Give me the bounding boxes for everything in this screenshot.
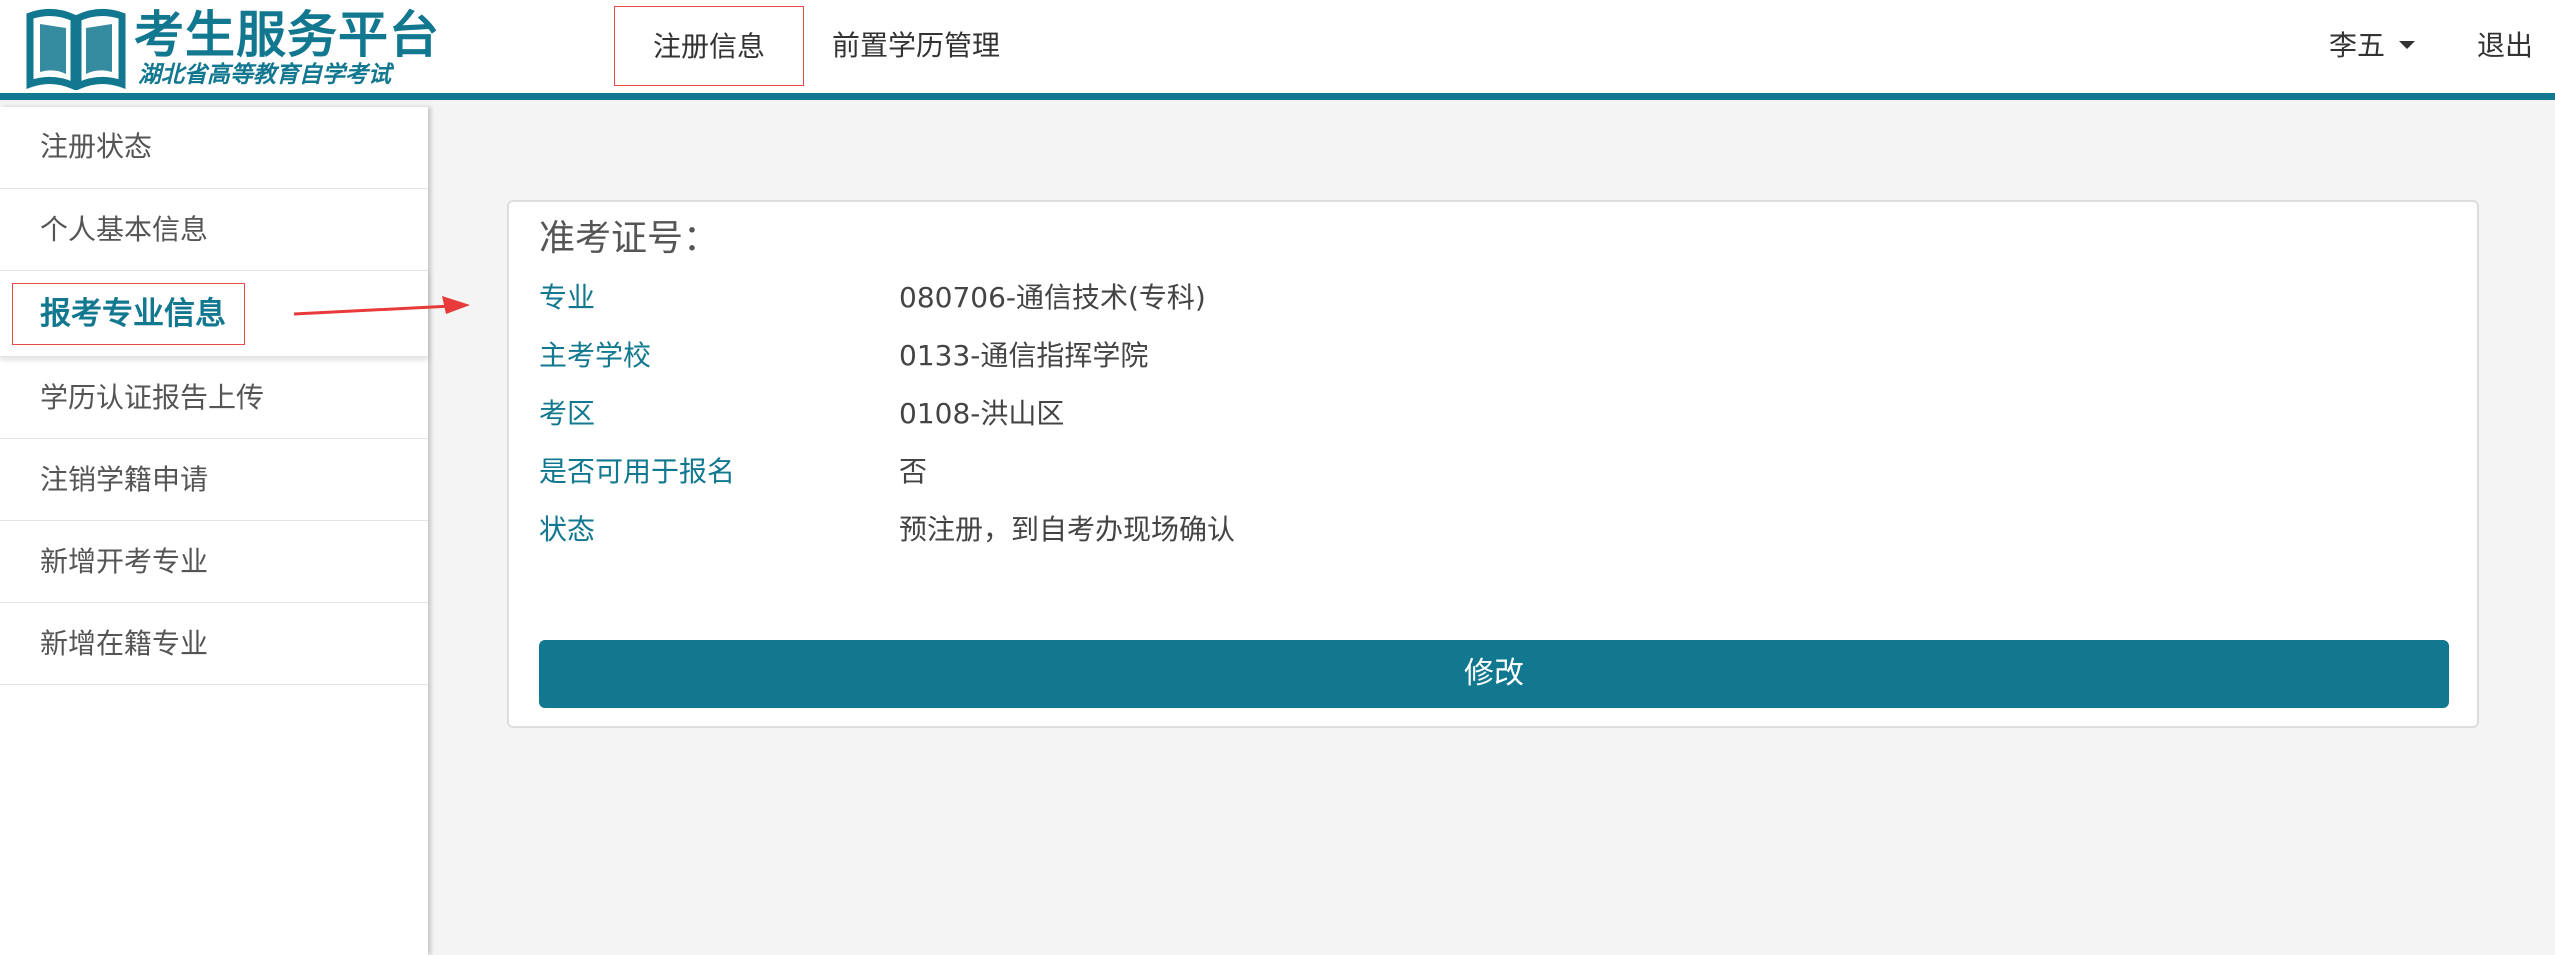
info-value: 否 <box>899 455 928 488</box>
highlight-box <box>12 283 245 345</box>
caret-down-icon <box>2399 41 2415 49</box>
info-value: 0108-洪山区 <box>899 397 1065 430</box>
sidebar-item-label: 学历认证报告上传 <box>40 381 265 414</box>
sidebar-item-registration-status[interactable]: 注册状态 <box>0 107 428 189</box>
info-value: 0133-通信指挥学院 <box>899 339 1149 372</box>
sidebar-item-new-exam-major[interactable]: 新增开考专业 <box>0 521 428 603</box>
sidebar-item-personal-info[interactable]: 个人基本信息 <box>0 189 428 271</box>
open-book-icon <box>26 9 126 90</box>
edit-button[interactable]: 修改 <box>539 640 2449 708</box>
site-logo[interactable]: 考生服务平台 湖北省高等教育自学考试 <box>26 4 439 92</box>
admission-ticket-number-label: 准考证号： <box>539 218 720 259</box>
sidebar-item-label: 注册状态 <box>40 130 153 163</box>
logo-title: 考生服务平台 <box>134 6 440 64</box>
red-arrow-icon <box>293 296 470 316</box>
sidebar-item-label: 新增开考专业 <box>40 545 209 578</box>
sidebar-item-degree-report-upload[interactable]: 学历认证报告上传 <box>0 357 428 439</box>
user-name: 李五 <box>2328 29 2385 62</box>
logo-subtitle: 湖北省高等教育自学考试 <box>138 62 391 88</box>
user-menu-dropdown[interactable]: 李五 <box>2329 6 2415 86</box>
info-label: 专业 <box>539 281 596 314</box>
tab-registration-info[interactable]: 注册信息 <box>614 6 804 86</box>
info-label: 是否可用于报名 <box>539 455 736 488</box>
sidebar-item-cancel-enrollment[interactable]: 注销学籍申请 <box>0 439 428 521</box>
info-label: 主考学校 <box>539 339 652 372</box>
info-value: 080706-通信技术(专科) <box>899 281 1206 314</box>
tab-prior-education[interactable]: 前置学历管理 <box>832 6 1000 86</box>
sidebar-item-label: 注销学籍申请 <box>40 463 209 496</box>
sidebar-item-new-enrolled-major[interactable]: 新增在籍专业 <box>0 603 428 685</box>
info-label: 考区 <box>539 397 596 430</box>
sidebar-item-label: 新增在籍专业 <box>40 627 209 660</box>
major-info-panel: 准考证号： 专业 080706-通信技术(专科) 主考学校 0133-通信指挥学… <box>507 200 2479 728</box>
sidebar: 注册状态 个人基本信息 报考专业信息 学历认证报告上传 注销学籍申请 新增开考专… <box>0 107 428 955</box>
info-label: 状态 <box>539 513 596 546</box>
logout-link[interactable]: 退出 <box>2477 6 2533 86</box>
info-value: 预注册，到自考办现场确认 <box>899 513 1236 546</box>
top-header: 考生服务平台 湖北省高等教育自学考试 注册信息 前置学历管理 李五 退出 <box>0 0 2555 100</box>
sidebar-item-label: 个人基本信息 <box>40 213 209 246</box>
